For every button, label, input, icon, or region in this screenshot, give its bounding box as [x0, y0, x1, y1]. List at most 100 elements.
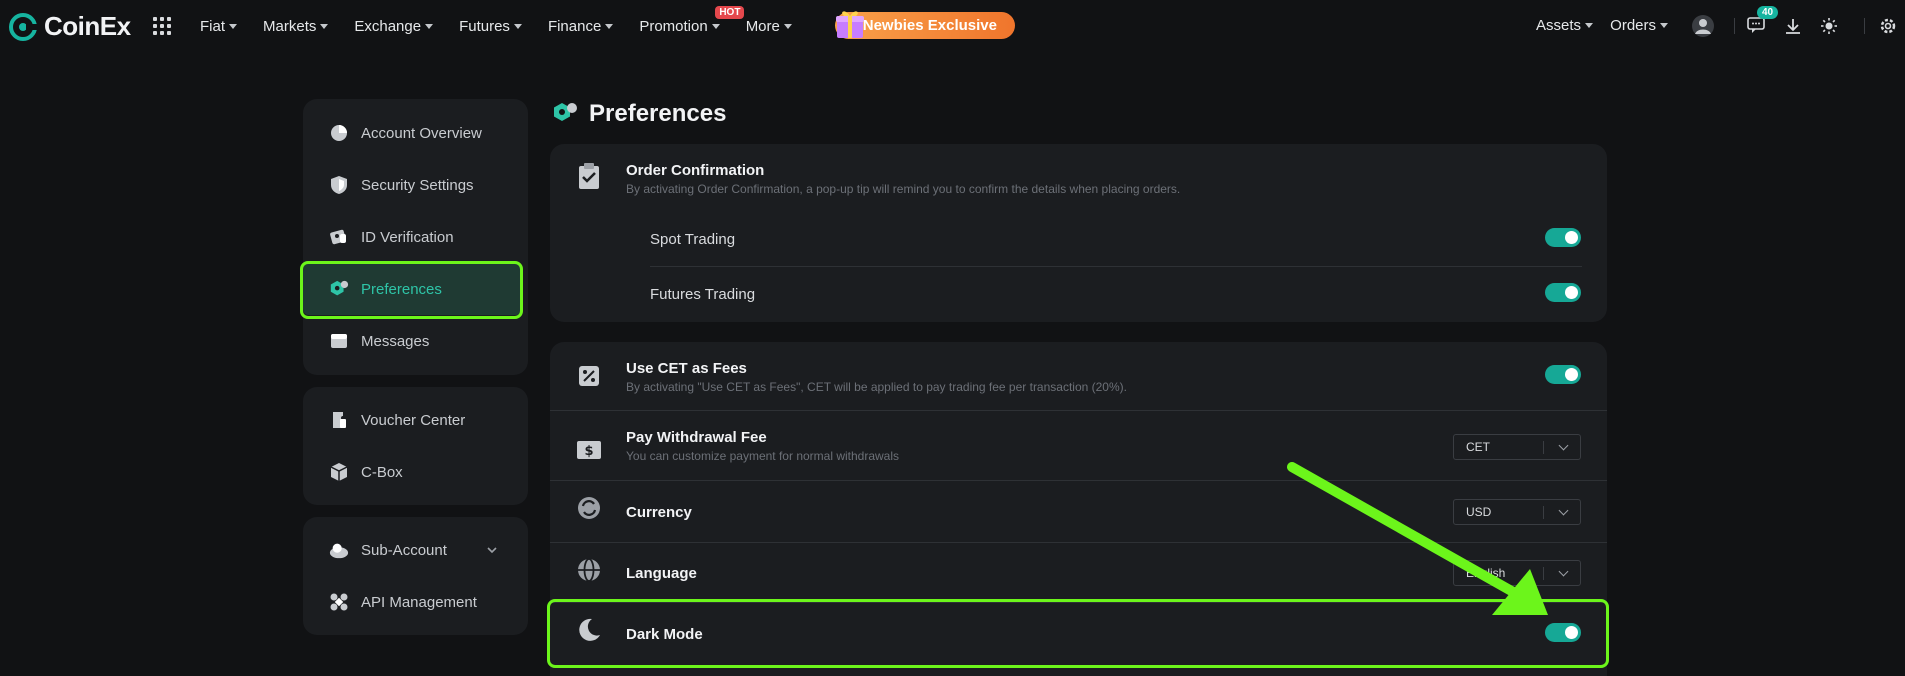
- box-icon: [329, 462, 349, 482]
- cet-fees-description: By activating "Use CET as Fees", CET wil…: [626, 380, 1127, 394]
- coinex-logo[interactable]: CoinEx: [8, 11, 131, 42]
- sidebar-item-label: ID Verification: [361, 228, 454, 246]
- nav-promotion-label: Promotion: [639, 17, 708, 35]
- chevron-down-icon: [1558, 440, 1569, 451]
- messages-count-badge: 40: [1757, 6, 1779, 19]
- assets-menu[interactable]: Assets: [1536, 17, 1593, 34]
- sidebar-item-label: C-Box: [361, 463, 403, 481]
- withdrawal-fee-title: Pay Withdrawal Fee: [626, 429, 767, 446]
- globe-icon: [575, 556, 603, 584]
- caret-down-icon: [513, 23, 522, 29]
- dollar-bill-icon: $: [575, 436, 603, 464]
- sidebar-item-label: API Management: [361, 593, 477, 611]
- nav-futures[interactable]: Futures: [459, 18, 522, 35]
- nav-more-label: More: [745, 17, 780, 35]
- shield-icon: [329, 175, 349, 195]
- clipboard-check-icon: [575, 162, 603, 190]
- divider: [650, 266, 1582, 267]
- sidebar-item-label: Sub-Account: [361, 541, 447, 559]
- caret-down-icon: [711, 23, 720, 29]
- id-card-icon: [329, 227, 349, 247]
- sidebar-item-id-verification[interactable]: ID Verification: [329, 227, 454, 247]
- futures-trading-label: Futures Trading: [650, 286, 756, 303]
- svg-text:$: $: [584, 444, 593, 459]
- nav-more[interactable]: More: [746, 18, 792, 35]
- cet-fees-title: Use CET as Fees: [626, 360, 747, 377]
- nav-fiat[interactable]: Fiat: [200, 17, 238, 35]
- avatar[interactable]: [1691, 14, 1715, 38]
- nav-futures-label: Futures: [459, 17, 510, 35]
- message-icon: [329, 331, 349, 351]
- order-confirmation-card: Order Confirmation By activating Order C…: [550, 144, 1607, 322]
- messages-button[interactable]: 40: [1747, 6, 1779, 36]
- sidebar-item-account-overview[interactable]: Account Overview: [329, 123, 482, 143]
- withdrawal-fee-description: You can customize payment for normal wit…: [626, 449, 900, 463]
- currency-exchange-icon: [575, 494, 603, 522]
- sidebar-item-api-management[interactable]: API Management: [329, 592, 477, 612]
- sidebar-item-security-settings[interactable]: Security Settings: [329, 175, 474, 195]
- newbies-label: Newbies Exclusive: [862, 17, 997, 34]
- download-icon[interactable]: [1784, 17, 1802, 35]
- assets-label: Assets: [1535, 17, 1581, 34]
- nav-fiat-label: Fiat: [200, 17, 226, 35]
- cet-fees-toggle[interactable]: [1545, 365, 1581, 384]
- annotation-arrow: [1287, 462, 1548, 615]
- orders-menu[interactable]: Orders: [1610, 17, 1668, 34]
- caret-down-icon: [605, 23, 614, 29]
- apps-grid-icon[interactable]: [153, 17, 171, 35]
- divider: [1864, 18, 1865, 34]
- sidebar-item-c-box[interactable]: C-Box: [329, 462, 403, 482]
- sidebar-item-messages[interactable]: Messages: [329, 331, 429, 351]
- caret-down-icon: [1585, 23, 1593, 28]
- divider: [1734, 18, 1735, 34]
- caret-down-icon: [425, 23, 434, 29]
- order-confirmation-description: By activating Order Confirmation, a pop-…: [626, 182, 1181, 196]
- page-title-text: Preferences: [589, 100, 727, 127]
- futures-trading-toggle[interactable]: [1545, 283, 1581, 302]
- sidebar-item-label: Account Overview: [361, 124, 482, 142]
- spot-trading-label: Spot Trading: [650, 231, 736, 248]
- withdrawal-fee-value: CET: [1466, 440, 1490, 454]
- page-title: Preferences: [551, 100, 726, 128]
- nav-exchange[interactable]: Exchange: [354, 17, 434, 35]
- sidebar-item-label: Security Settings: [361, 176, 474, 194]
- sidebar-group-api: [303, 517, 528, 635]
- language-title: Language: [626, 565, 697, 582]
- order-confirmation-title: Order Confirmation: [626, 162, 765, 179]
- sub-account-icon: [329, 540, 349, 560]
- currency-title: Currency: [626, 504, 692, 521]
- nav-finance[interactable]: Finance: [547, 17, 614, 35]
- divider: [550, 410, 1607, 411]
- nav-markets[interactable]: Markets: [263, 17, 329, 35]
- pie-chart-icon: [329, 123, 349, 143]
- nav-exchange-label: Exchange: [354, 17, 422, 35]
- nav-finance-label: Finance: [547, 17, 602, 35]
- api-icon: [329, 592, 349, 612]
- sidebar-item-sub-account[interactable]: Sub-Account: [329, 540, 447, 560]
- chevron-down-icon[interactable]: [486, 544, 498, 556]
- gift-icon: [836, 11, 864, 38]
- caret-down-icon: [320, 23, 329, 29]
- settings-gear-icon[interactable]: [1879, 17, 1897, 35]
- hot-badge: HOT: [715, 5, 745, 19]
- logo-text: CoinEx: [44, 11, 131, 41]
- preferences-title-icon: [554, 103, 577, 121]
- orders-label: Orders: [1610, 17, 1656, 34]
- sidebar-item-label: Voucher Center: [361, 411, 466, 429]
- nav-promotion[interactable]: Promotion HOT: [639, 5, 745, 35]
- caret-down-icon: [229, 23, 238, 29]
- voucher-icon: [329, 410, 349, 430]
- spot-trading-toggle[interactable]: [1545, 228, 1581, 247]
- fee-percent-icon: [575, 362, 603, 390]
- nav-markets-label: Markets: [263, 17, 317, 35]
- annotation-highlight-preferences: [300, 261, 523, 319]
- sidebar-group-rewards: [303, 387, 528, 505]
- caret-down-icon: [783, 23, 792, 29]
- theme-sun-icon[interactable]: [1820, 17, 1838, 35]
- main-nav: Fiat Markets Exchange Futures Finance Pr…: [200, 0, 818, 52]
- top-navigation-bar: CoinEx Fiat Markets Exchange Futures Fin…: [0, 0, 1905, 52]
- sidebar-item-voucher-center[interactable]: Voucher Center: [329, 410, 465, 430]
- coinex-logo-icon: [9, 12, 38, 41]
- sidebar-item-label: Messages: [361, 332, 430, 350]
- caret-down-icon: [1660, 23, 1668, 28]
